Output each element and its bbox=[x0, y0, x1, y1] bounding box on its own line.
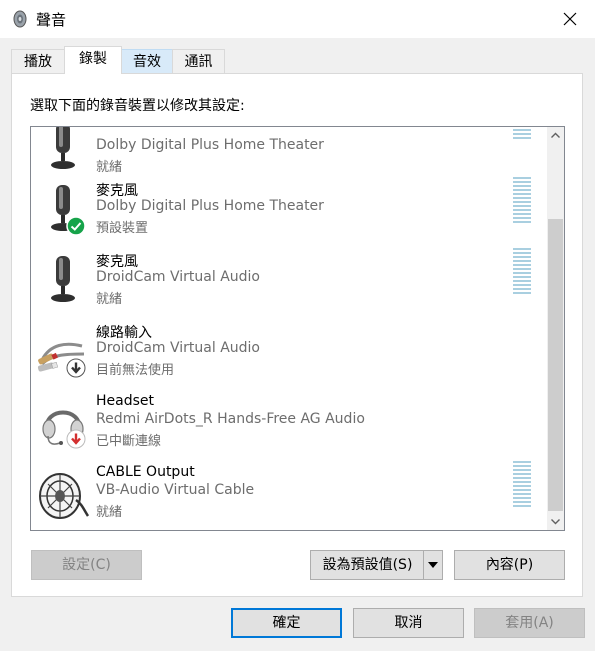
cancel-button[interactable]: 取消 bbox=[353, 608, 464, 638]
chevron-down-icon[interactable] bbox=[423, 551, 442, 579]
device-name: 麥克風 bbox=[96, 254, 138, 270]
default-checkmark-icon bbox=[66, 216, 86, 236]
microphone-icon bbox=[51, 256, 75, 302]
device-status: 預設裝置 bbox=[96, 221, 149, 236]
vertical-scrollbar[interactable] bbox=[547, 127, 564, 530]
recording-device-list[interactable]: Dolby Digital Plus Home Theater 就緒 麥克風 D… bbox=[30, 126, 565, 531]
ok-button[interactable]: 確定 bbox=[231, 608, 342, 638]
device-description: DroidCam Virtual Audio bbox=[96, 340, 261, 356]
speaker-icon bbox=[13, 10, 27, 28]
virtual-cable-icon bbox=[39, 473, 90, 519]
scroll-down-icon[interactable] bbox=[547, 513, 564, 530]
device-status: 就緒 bbox=[96, 292, 123, 307]
device-status: 就緒 bbox=[96, 160, 123, 175]
scrollbar-thumb[interactable] bbox=[548, 219, 563, 511]
level-meter bbox=[513, 177, 531, 223]
device-description: DroidCam Virtual Audio bbox=[96, 269, 261, 285]
device-description: Redmi AirDots_R Hands-Free AG Audio bbox=[96, 411, 365, 427]
window-title: 聲音 bbox=[36, 11, 67, 29]
device-status: 就緒 bbox=[96, 505, 123, 520]
tab-recording[interactable]: 錄製 bbox=[64, 46, 122, 74]
device-name: 麥克風 bbox=[96, 183, 138, 199]
properties-button[interactable]: 內容(P) bbox=[454, 550, 565, 580]
set-default-label: 設為預設值(S) bbox=[322, 557, 413, 573]
device-name: CABLE Output bbox=[96, 464, 195, 480]
microphone-icon bbox=[51, 127, 75, 169]
title-bar: 聲音 bbox=[0, 0, 595, 38]
unavailable-arrow-icon bbox=[66, 358, 86, 378]
tab-sounds[interactable]: 音效 bbox=[121, 49, 173, 73]
device-name: Headset bbox=[96, 393, 155, 409]
list-item[interactable]: 線路輸入 DroidCam Virtual Audio 目前無法使用 bbox=[31, 320, 543, 391]
device-status: 已中斷連線 bbox=[96, 434, 162, 449]
list-item[interactable]: 麥克風 Dolby Digital Plus Home Theater 預設裝置 bbox=[31, 177, 543, 249]
disconnected-arrow-icon bbox=[66, 429, 86, 449]
level-meter bbox=[513, 461, 531, 507]
tab-communications[interactable]: 通訊 bbox=[172, 49, 225, 73]
tab-playback[interactable]: 播放 bbox=[11, 49, 65, 73]
close-icon[interactable] bbox=[557, 6, 583, 32]
instruction-text: 選取下面的錄音裝置以修改其設定: bbox=[30, 98, 245, 114]
device-description: Dolby Digital Plus Home Theater bbox=[96, 198, 324, 214]
level-meter bbox=[513, 129, 531, 139]
device-description: Dolby Digital Plus Home Theater bbox=[96, 137, 324, 153]
scroll-up-icon[interactable] bbox=[547, 127, 564, 144]
device-name: 線路輸入 bbox=[96, 325, 152, 341]
apply-button[interactable]: 套用(A) bbox=[474, 608, 585, 638]
configure-button[interactable]: 設定(C) bbox=[31, 550, 142, 580]
device-description: VB-Audio Virtual Cable bbox=[96, 482, 255, 498]
level-meter bbox=[513, 248, 531, 294]
list-item[interactable]: 麥克風 DroidCam Virtual Audio 就緒 bbox=[31, 248, 543, 320]
device-status: 目前無法使用 bbox=[96, 363, 175, 378]
set-default-button[interactable]: 設為預設值(S) bbox=[310, 550, 443, 580]
list-item[interactable]: Headset Redmi AirDots_R Hands-Free AG Au… bbox=[31, 391, 543, 462]
list-item[interactable]: CABLE Output VB-Audio Virtual Cable 就緒 bbox=[31, 461, 543, 530]
